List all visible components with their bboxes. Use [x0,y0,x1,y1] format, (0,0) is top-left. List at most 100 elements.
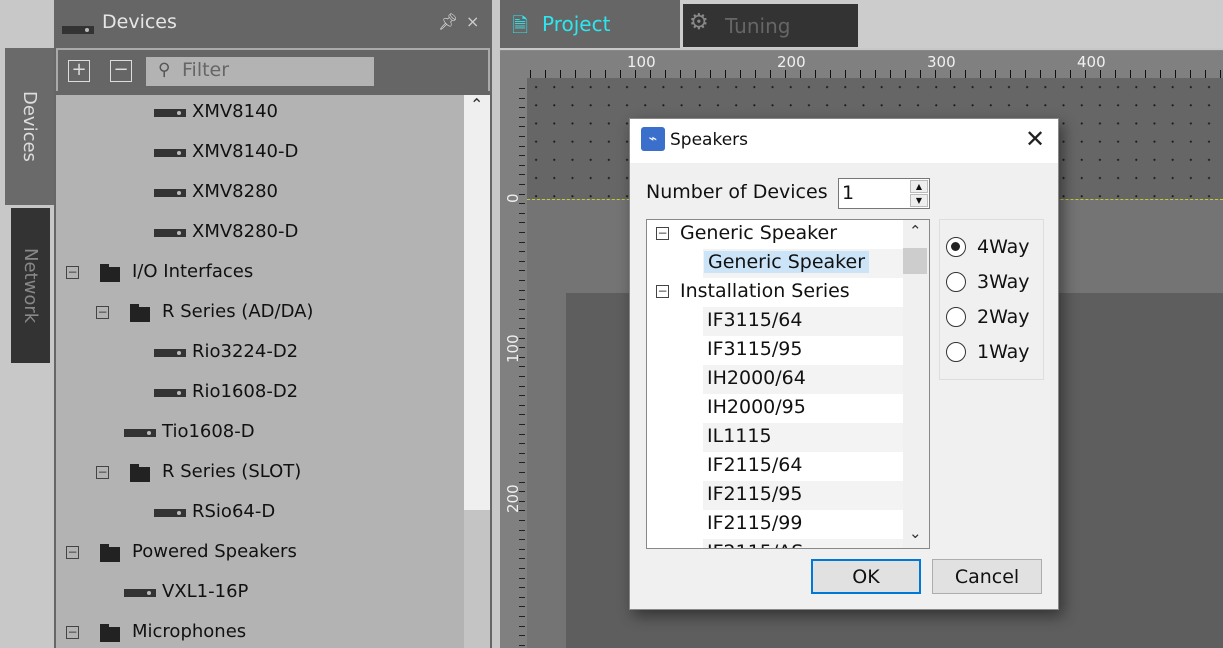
tree-item[interactable]: XMV8280-D [56,213,464,253]
scroll-up-icon[interactable]: ⌃ [470,95,483,114]
radio-circle[interactable] [946,342,966,362]
speaker-tree-item[interactable]: IF2115/95 [647,481,903,510]
collapse-icon[interactable]: − [96,306,109,319]
tree-item[interactable]: Tio1608-D [56,413,464,453]
tab-project[interactable]: 🗎︎ Project [500,0,680,48]
tree-item-label: XMV8140-D [192,141,298,162]
speaker-tree-label: IH2000/95 [707,396,806,418]
scroll-down-icon[interactable]: ⌄ [909,524,922,542]
tree-item[interactable]: Rio1608-D2 [56,373,464,413]
close-icon[interactable]: ✕ [1025,125,1045,153]
speaker-tree-item[interactable]: IF3115/64 [647,307,903,336]
tree-item[interactable]: RSio64-D [56,493,464,533]
tree-item[interactable]: − R Series (AD/DA) [56,293,464,333]
tree-item-label: XMV8140 [192,101,278,122]
ruler-tick [519,453,525,454]
speaker-tree-item[interactable]: IF2115/64 [647,452,903,481]
ruler-tick [519,472,525,473]
ruler-tick [519,462,525,463]
pin-icon[interactable]: 📌︎ [438,12,458,31]
radio-circle[interactable] [946,237,966,257]
ruler-tick [905,70,906,78]
side-tab-network[interactable]: Network [11,208,50,363]
tree-item[interactable]: −Powered Speakers [56,533,464,573]
tree-item-label: Microphones [132,621,246,642]
ruler-tick [920,70,921,78]
ok-button[interactable]: OK [811,559,921,594]
collapse-icon[interactable]: − [656,285,669,298]
side-tab-devices[interactable]: Devices [5,48,54,205]
num-devices-stepper[interactable]: 1 ▲ ▼ [838,178,930,209]
ruler-tick [519,232,525,233]
tree-item[interactable]: Rio3224-D2 [56,333,464,373]
tab-tuning[interactable]: ⚙ Tuning [683,4,858,47]
speaker-tree-item[interactable]: −Installation Series [647,278,903,307]
ruler-tick [519,251,525,252]
radio-4way[interactable]: 4Way [946,236,1030,258]
tree-item[interactable]: VXL1-16P [56,573,464,613]
scroll-thumb[interactable] [903,248,927,274]
radio-3way[interactable]: 3Way [946,271,1030,293]
ruler-tick [650,70,651,78]
scroll-up-icon[interactable]: ⌃ [909,222,922,240]
speaker-tree-item[interactable]: −Generic Speaker [647,220,903,249]
ruler-tick [1160,70,1161,78]
tree-item[interactable]: −R Series (SLOT) [56,453,464,493]
radio-label: 4Way [977,236,1030,258]
ruler-tick [519,242,525,243]
ruler-tick [519,155,525,156]
ruler-tick [519,126,525,127]
ruler-tick [875,70,876,78]
speaker-tree-scrollbar[interactable]: ⌃ ⌄ [903,220,929,548]
tree-item[interactable]: −I/O Interfaces [56,253,464,293]
filter-placeholder: Filter [182,59,229,81]
tree-item[interactable]: − Microphones [56,613,464,648]
tree-item[interactable]: XMV8140-D [56,133,464,173]
collapse-icon[interactable]: − [66,546,79,559]
num-devices-value: 1 [842,182,854,204]
speaker-tree-item[interactable]: IL1115 [647,423,903,452]
speaker-tree-item[interactable]: IF3115/95 [647,336,903,365]
tree-item[interactable]: XMV8280 [56,173,464,213]
filter-input[interactable]: ⚲ Filter [146,57,374,86]
device-icon [154,389,186,397]
ruler-tick [935,70,936,78]
speaker-tree-item[interactable]: IF2115/AS [647,539,903,549]
way-radio-group: 4Way 3Way 2Way 1Way [939,219,1044,380]
ruler-tick [845,70,846,78]
radio-circle[interactable] [946,272,966,292]
tree-item-label: R Series (AD/DA) [162,301,313,322]
decrement-button[interactable]: ▼ [910,194,928,207]
cancel-button[interactable]: Cancel [932,559,1042,594]
collapse-icon[interactable]: − [66,266,79,279]
device-icon [154,509,186,517]
ruler-tick [519,107,525,108]
ruler-tick [519,299,525,300]
radio-1way[interactable]: 1Way [946,341,1030,363]
speaker-tree-item[interactable]: IH2000/95 [647,394,903,423]
panel-title: Devices [102,11,177,33]
radio-2way[interactable]: 2Way [946,306,1030,328]
speaker-tree-item[interactable]: IH2000/64 [647,365,903,394]
device-icon [154,189,186,197]
speaker-tree-item[interactable]: IF2115/99 [647,510,903,539]
increment-button[interactable]: ▲ [910,180,928,193]
search-icon: ⚲ [158,60,170,80]
device-tree-scrollbar[interactable]: ⌃ [464,95,490,648]
expand-all-button[interactable]: + [68,60,90,82]
ruler-tick [1010,70,1011,78]
device-icon [154,229,186,237]
device-icon [124,589,156,597]
scroll-thumb[interactable] [464,510,490,648]
collapse-icon[interactable]: − [656,227,669,240]
ruler-tick [680,70,681,78]
ruler-tick [1025,70,1026,78]
collapse-all-button[interactable]: − [110,60,132,82]
radio-circle[interactable] [946,307,966,327]
device-icon [154,109,186,117]
tree-item[interactable]: XMV8140 [56,95,464,133]
close-panel-icon[interactable]: × [466,12,479,31]
collapse-icon[interactable]: − [96,466,109,479]
speaker-tree-item[interactable]: Generic Speaker [647,249,903,278]
collapse-icon[interactable]: − [66,626,79,639]
